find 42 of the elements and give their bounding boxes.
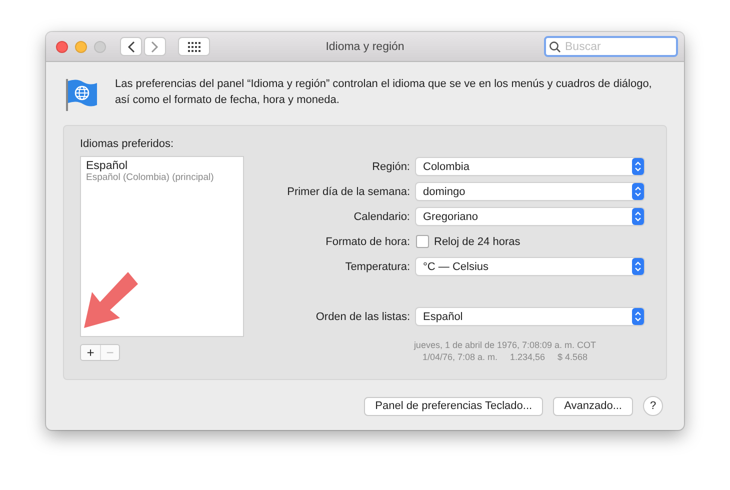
chevron-right-icon [151,40,159,52]
window-title: Idioma y región [326,40,404,52]
search-icon [549,40,561,52]
setting-label: Primer día de la semana: [286,186,410,198]
setting-label: Formato de hora: [324,236,410,248]
setting-label: Calendario: [352,210,410,222]
setting-label: Temperatura: [344,260,410,272]
popup-menu[interactable]: domingo [416,183,644,200]
advanced-button[interactable]: Avanzado... [553,396,633,416]
popup-menu[interactable]: Colombia [416,158,644,175]
close-button[interactable] [56,40,68,52]
add-button[interactable]: + [81,345,100,360]
format-sample-text: 1/04/76, 7:08 a. m. 1.234,56 $ 4.568 [422,351,588,363]
up-down-icon [632,183,644,200]
back-button[interactable] [120,37,142,56]
popup-menu[interactable]: Gregoriano [416,208,644,225]
setting-label: Región: [371,160,410,172]
setting-label: Orden de las listas: [314,310,410,322]
minimize-button[interactable] [75,40,87,52]
grid-icon [188,42,200,52]
up-down-icon [632,308,644,325]
description-text: Las preferencias del panel “Idioma y región” controlan el idioma que se ve en los menús y cuadros de diálogo, así como el formato de fecha, hora y moneda. [115,77,653,108]
help-button[interactable]: ? [643,396,663,416]
checkbox[interactable] [416,235,429,248]
zoom-button[interactable] [94,40,106,52]
popup-menu[interactable]: °C — Celsius [416,258,644,275]
language-name: Español [86,160,129,172]
arrow-drawing [82,272,138,330]
language-detail: Español (Colombia) (principal) [86,172,215,183]
language-item[interactable]: Español Español (Colombia) (principal) [86,160,238,183]
up-down-icon [632,158,644,175]
keyboard-preferences-button[interactable]: Panel de preferencias Teclado... [364,396,544,416]
up-down-icon [632,208,644,225]
chevron-left-icon [127,40,135,52]
up-down-icon [632,258,644,275]
globe-flag-icon [63,76,99,112]
search-field[interactable]: Buscar [544,36,678,57]
format-sample-text: jueves, 1 de abril de 1976, 7:08:09 a. m. COT [414,339,596,351]
checkbox-label: Reloj de 24 horas [434,236,520,248]
preferred-languages-label: Idiomas preferidos: [80,138,175,150]
popup-menu[interactable]: Español [416,308,644,325]
show-all-button[interactable] [178,37,210,56]
